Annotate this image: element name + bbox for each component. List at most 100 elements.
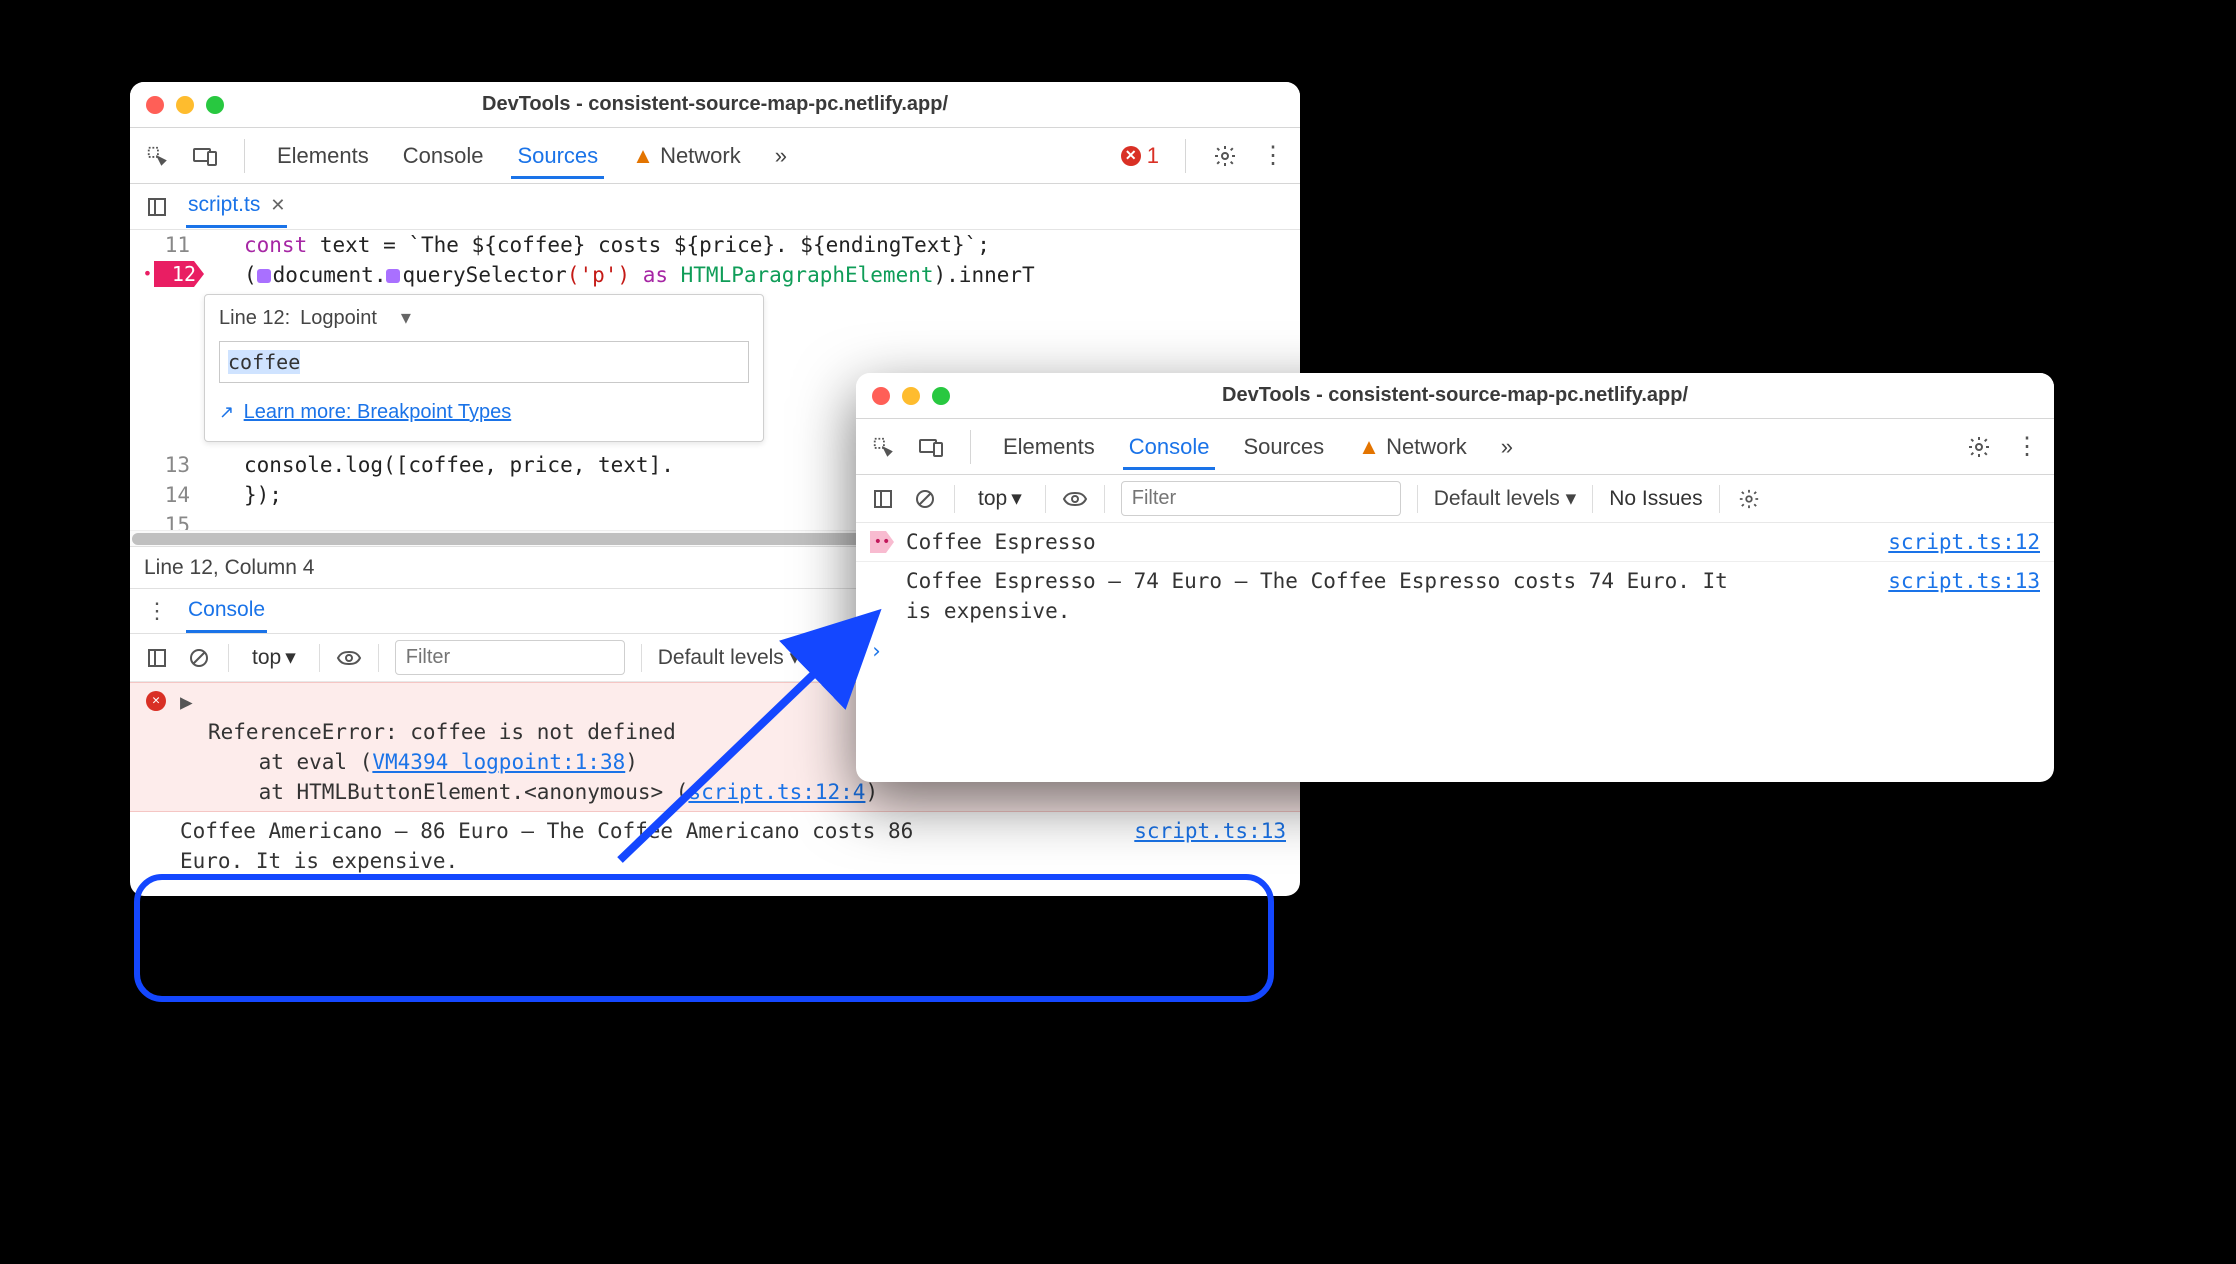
titlebar: DevTools - consistent-source-map-pc.netl… xyxy=(130,82,1300,128)
log-text: Coffee Americano – 86 Euro – The Coffee … xyxy=(180,816,940,876)
caret-position: Line 12, Column 4 xyxy=(144,556,314,580)
live-expression-icon[interactable] xyxy=(336,645,362,671)
console-log-row[interactable]: Coffee Americano – 86 Euro – The Coffee … xyxy=(130,812,1300,880)
log-text: Coffee Espresso – 74 Euro – The Coffee E… xyxy=(906,566,1746,626)
log-levels-dropdown[interactable]: Default levels ▾ xyxy=(658,645,800,670)
error-icon: ✕ xyxy=(1121,146,1141,166)
tab-separator xyxy=(244,139,245,173)
navigator-toggle-icon[interactable] xyxy=(144,194,170,220)
file-tab-label: script.ts xyxy=(188,193,260,217)
warning-icon: ▲ xyxy=(632,143,654,168)
close-window-button[interactable] xyxy=(872,387,890,405)
error-counter[interactable]: ✕ 1 xyxy=(1121,143,1159,169)
kebab-menu-icon[interactable]: ⋮ xyxy=(1260,143,1286,169)
clear-console-icon[interactable] xyxy=(186,645,212,671)
bp-learn-more: ↗ Learn more: Breakpoint Types xyxy=(219,397,749,427)
code-line-13: console.log([coffee, price, text]. xyxy=(204,450,674,480)
sidebar-toggle-icon[interactable] xyxy=(870,486,896,512)
tab-elements[interactable]: Elements xyxy=(997,424,1101,470)
zoom-window-button[interactable] xyxy=(932,387,950,405)
bp-line-label: Line 12: xyxy=(219,303,290,333)
tab-separator-2 xyxy=(1185,139,1186,173)
minimize-window-button[interactable] xyxy=(902,387,920,405)
log-source-link[interactable]: script.ts:13 xyxy=(1888,569,2040,593)
gutter-line-12[interactable]: •• 12 xyxy=(130,260,204,288)
external-link-icon: ↗ xyxy=(219,402,234,422)
chevron-down-icon: ▾ xyxy=(1011,486,1022,511)
tab-network[interactable]: ▲ Network xyxy=(626,133,747,179)
file-tab-strip: script.ts ✕ xyxy=(130,184,1300,230)
tab-elements[interactable]: Elements xyxy=(271,133,375,179)
console-filter-input[interactable] xyxy=(1121,481,1401,516)
window-title: DevTools - consistent-source-map-pc.netl… xyxy=(856,384,2054,407)
kebab-menu-icon[interactable]: ⋮ xyxy=(2014,434,2040,460)
more-tabs[interactable]: » xyxy=(1495,424,1519,470)
tab-sources[interactable]: Sources xyxy=(1237,424,1330,470)
file-tab-script-ts[interactable]: script.ts ✕ xyxy=(186,185,287,228)
gutter-line-13[interactable]: 13 xyxy=(130,450,204,480)
devtools-window-console: DevTools - consistent-source-map-pc.netl… xyxy=(856,373,2054,782)
settings-icon[interactable] xyxy=(1212,143,1238,169)
tab-network[interactable]: ▲ Network xyxy=(1352,424,1473,470)
bp-expression-input[interactable]: coffee xyxy=(219,341,749,383)
stack-link-vm[interactable]: VM4394 logpoint:1:38 xyxy=(372,750,625,774)
issues-button[interactable]: No Issues xyxy=(1609,487,1702,511)
device-toolbar-icon[interactable] xyxy=(192,143,218,169)
clear-console-icon[interactable] xyxy=(912,486,938,512)
tab-console[interactable]: Console xyxy=(1123,424,1216,470)
logpoint-source-link[interactable]: script.ts:12 xyxy=(1888,530,2040,554)
more-tabs[interactable]: » xyxy=(769,133,793,179)
code-line-14: }); xyxy=(204,480,282,510)
device-toolbar-icon[interactable] xyxy=(918,434,944,460)
console-filter-input[interactable] xyxy=(395,640,625,675)
stack-link-script[interactable]: script.ts:12:4 xyxy=(688,780,865,804)
gutter-line-14[interactable]: 14 xyxy=(130,480,204,510)
logpoint-text: Coffee Espresso xyxy=(906,527,1096,557)
console-logpoint-row[interactable]: •• Coffee Espresso script.ts:12 xyxy=(856,523,2054,562)
console-messages: •• Coffee Espresso script.ts:12 Coffee E… xyxy=(856,523,2054,672)
code-line-12: (document.querySelector('p') as HTMLPara… xyxy=(204,260,1035,290)
panel-tabs: Elements Console Sources ▲ Network » ⋮ xyxy=(856,419,2054,475)
settings-icon[interactable] xyxy=(1966,434,1992,460)
error-icon: ✕ xyxy=(146,691,166,711)
context-selector[interactable]: top ▾ xyxy=(245,642,303,673)
logpoint-marker[interactable]: 12 xyxy=(154,261,204,287)
kebab-menu-icon[interactable]: ⋮ xyxy=(144,598,170,624)
inspect-element-icon[interactable] xyxy=(144,143,170,169)
console-log-row[interactable]: Coffee Espresso – 74 Euro – The Coffee E… xyxy=(856,562,2054,630)
scrollbar-thumb[interactable] xyxy=(132,533,893,545)
inspect-element-icon[interactable] xyxy=(870,434,896,460)
console-input[interactable]: › xyxy=(856,630,2054,672)
bp-learn-more-link[interactable]: Learn more: Breakpoint Types xyxy=(244,401,512,423)
expand-icon[interactable]: ▶ xyxy=(180,687,196,717)
live-expression-icon[interactable] xyxy=(1062,486,1088,512)
logpoint-icon: •• xyxy=(870,531,894,553)
gutter-line-15[interactable]: 15 xyxy=(130,510,204,530)
drawer-tab-console[interactable]: Console xyxy=(186,590,267,633)
log-levels-dropdown[interactable]: Default levels ▾ xyxy=(1434,486,1576,511)
context-selector[interactable]: top ▾ xyxy=(971,483,1029,514)
close-window-button[interactable] xyxy=(146,96,164,114)
code-line-15 xyxy=(204,510,244,530)
log-source-link[interactable]: script.ts:13 xyxy=(1134,819,1286,843)
traffic-lights xyxy=(146,96,224,114)
console-settings-icon[interactable] xyxy=(1736,486,1762,512)
minimize-window-button[interactable] xyxy=(176,96,194,114)
warning-icon: ▲ xyxy=(1358,434,1380,459)
window-title: DevTools - consistent-source-map-pc.netl… xyxy=(130,93,1300,116)
sidebar-toggle-icon[interactable] xyxy=(144,645,170,671)
chevron-down-icon: ▾ xyxy=(1566,487,1577,510)
tab-sources[interactable]: Sources xyxy=(511,133,604,179)
chevron-down-icon: ▾ xyxy=(790,646,801,669)
panel-tabs: Elements Console Sources ▲ Network » ✕ 1… xyxy=(130,128,1300,184)
property-chip-icon xyxy=(257,269,271,283)
titlebar: DevTools - consistent-source-map-pc.netl… xyxy=(856,373,2054,419)
bp-type-dropdown[interactable]: Logpoint ▾ xyxy=(300,303,411,333)
tab-console[interactable]: Console xyxy=(397,133,490,179)
gutter-line-11[interactable]: 11 xyxy=(130,230,204,260)
file-tab-close-icon[interactable]: ✕ xyxy=(270,195,285,216)
console-toolbar: top ▾ Default levels ▾ No Issues xyxy=(856,475,2054,523)
error-body: ReferenceError: coffee is not defined at… xyxy=(208,687,878,807)
zoom-window-button[interactable] xyxy=(206,96,224,114)
property-chip-icon xyxy=(386,269,400,283)
